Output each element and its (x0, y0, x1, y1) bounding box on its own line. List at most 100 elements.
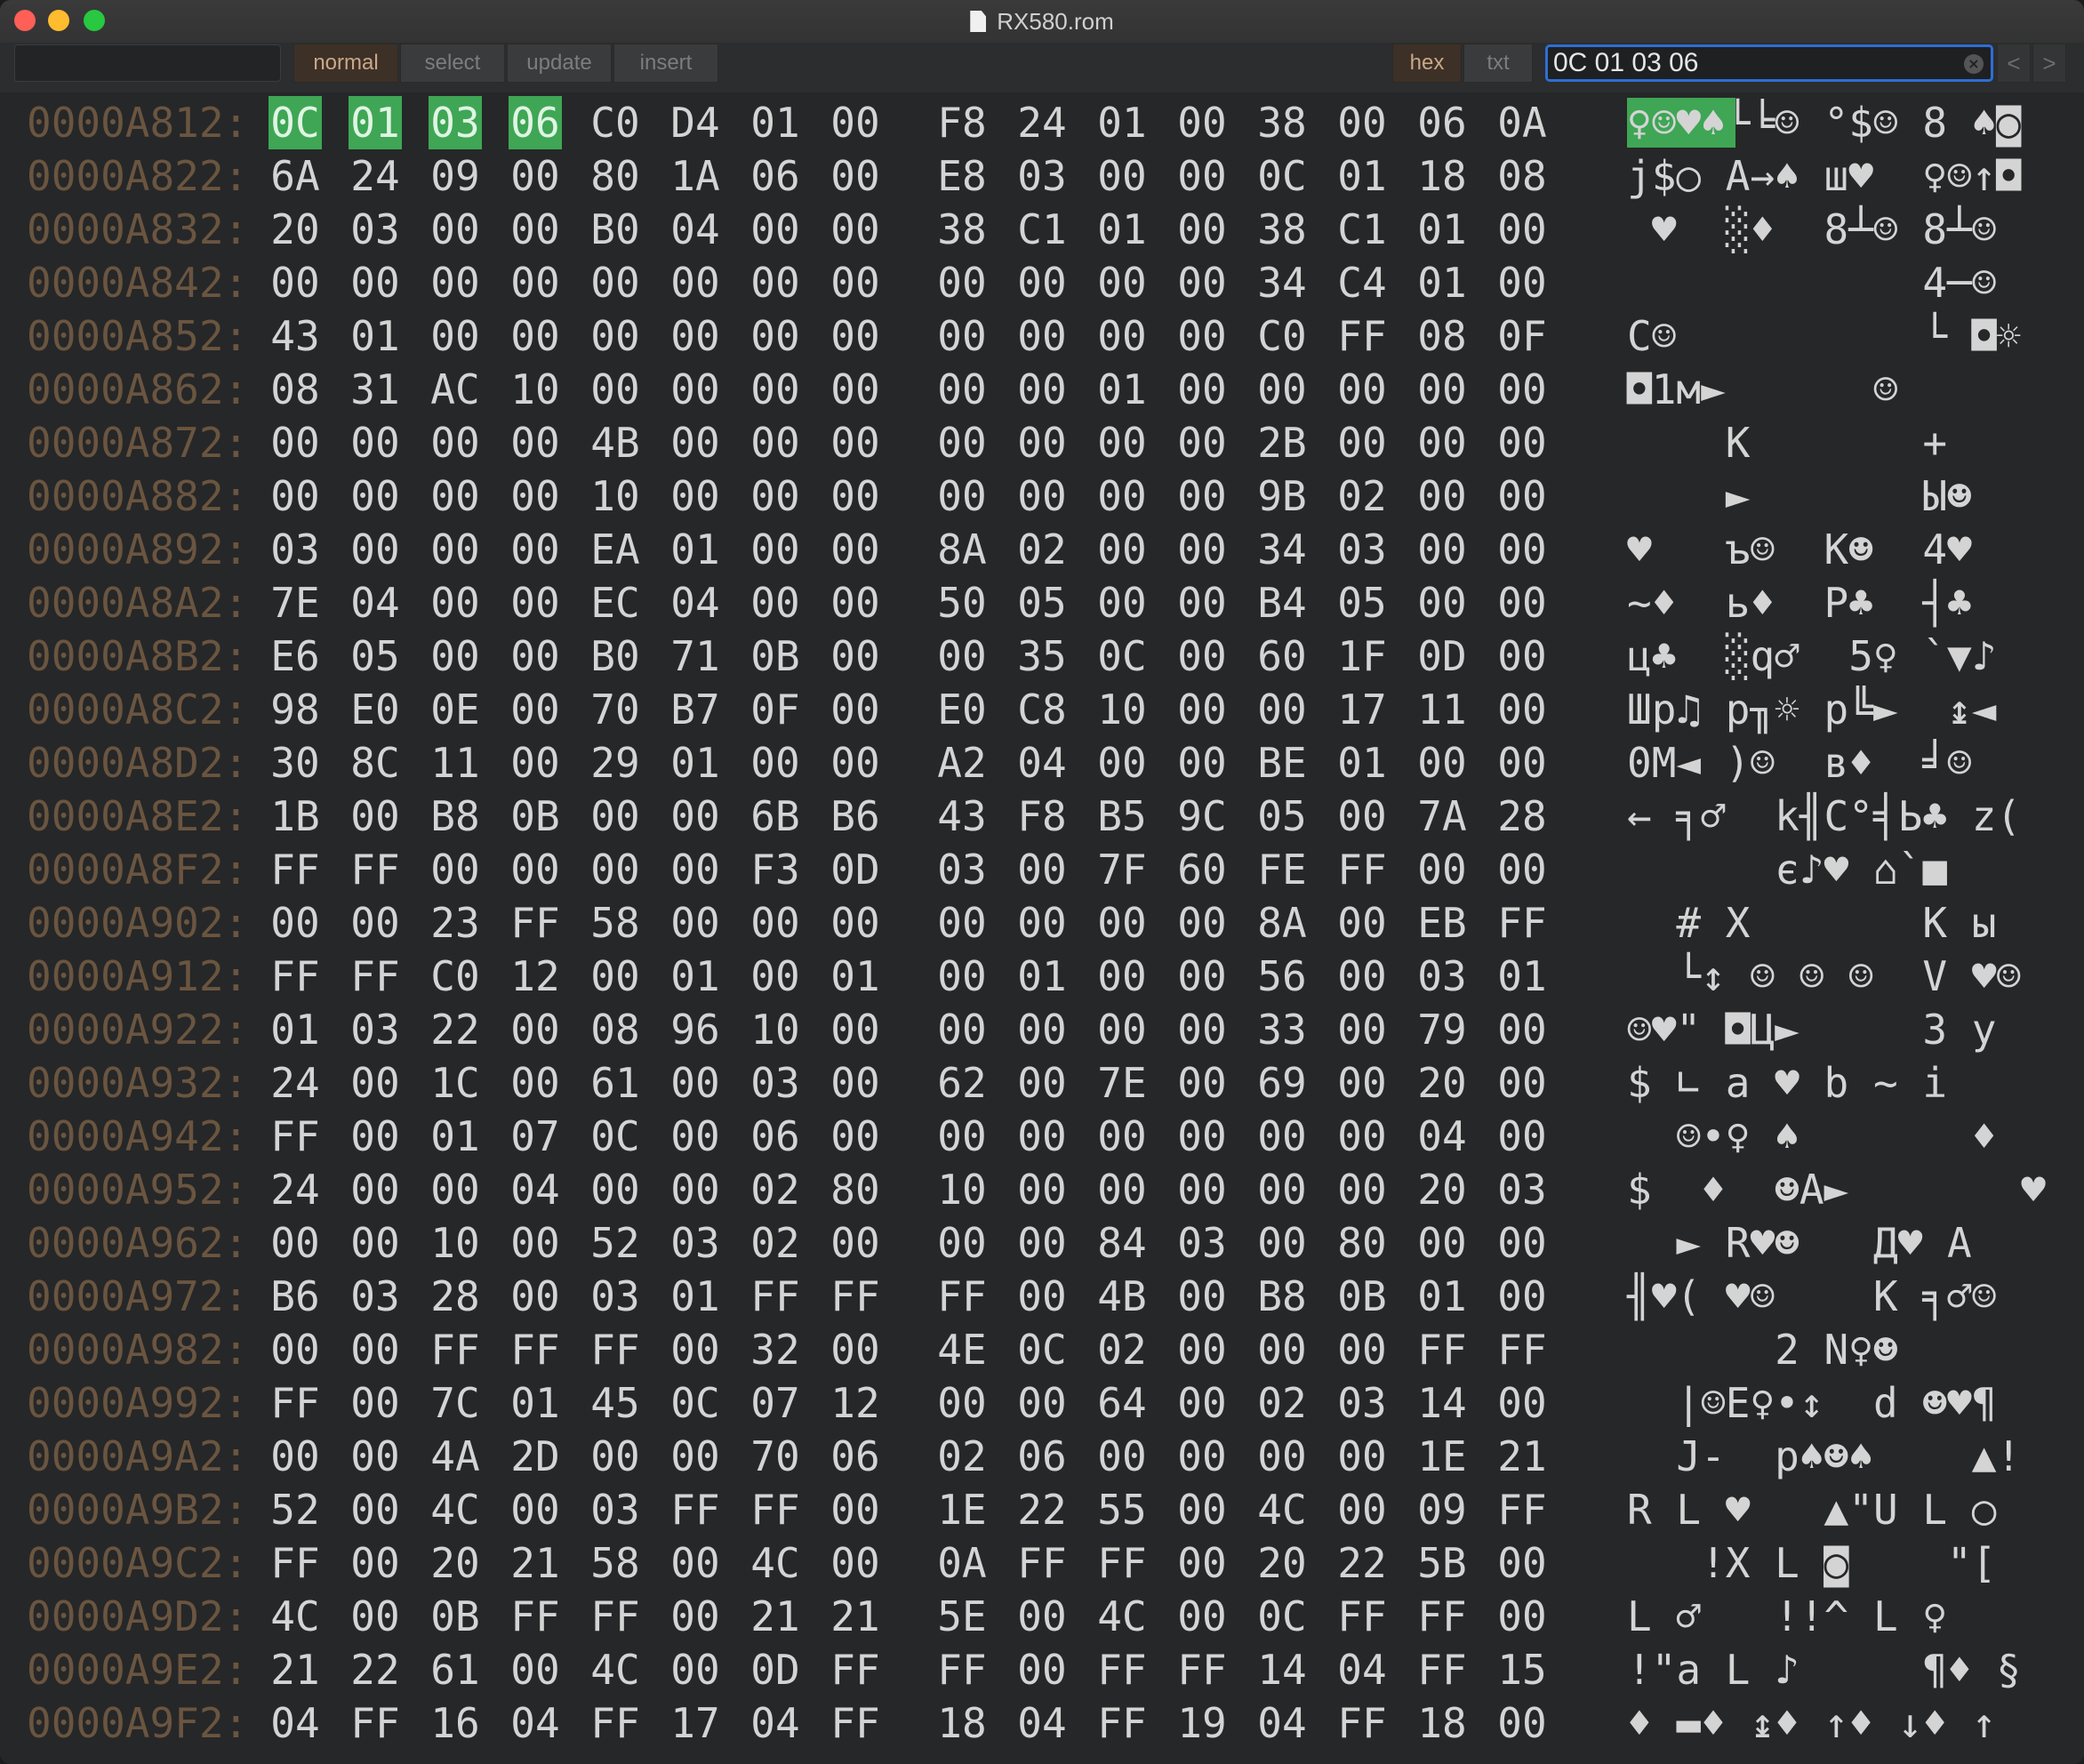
hex-byte[interactable]: 00 (1495, 576, 1549, 629)
hex-byte[interactable]: 00 (1175, 1323, 1229, 1376)
hex-byte[interactable]: 70 (589, 683, 642, 736)
hex-byte[interactable]: 21 (1495, 1430, 1549, 1483)
hex-row[interactable]: 0000A892: 03 00 00 00 EA 01 00 00 8A 02 00 00 34 03 00 0… (0, 523, 2084, 576)
hex-byte[interactable]: 2D (509, 1430, 562, 1483)
hex-byte[interactable]: 20 (269, 203, 322, 256)
hex-row[interactable]: 0000A9F2: 04 FF 16 04 FF 17 04 FF 18 04 FF 19 04 FF 18 0… (0, 1696, 2084, 1750)
hex-byte[interactable]: FF (1095, 1536, 1149, 1590)
hex-byte[interactable]: 00 (589, 790, 642, 843)
hex-byte[interactable]: EB (1415, 896, 1469, 950)
hex-byte[interactable]: 00 (429, 309, 482, 363)
hex-row[interactable]: 0000A8A2: 7E 04 00 00 EC 04 00 00 50 05 00 00 B4 05 00 0… (0, 576, 2084, 629)
hex-byte[interactable]: 00 (1175, 523, 1229, 576)
hex-byte[interactable]: 00 (1015, 896, 1069, 950)
ascii-column[interactable]: 2 N♀☻ (1627, 1323, 2021, 1376)
hex-byte[interactable]: 00 (1175, 256, 1229, 309)
hex-byte[interactable]: 00 (669, 1643, 722, 1696)
hex-byte[interactable]: 00 (509, 683, 562, 736)
hex-byte[interactable]: 00 (1495, 1536, 1549, 1590)
hex-byte[interactable]: 7E (1095, 1056, 1149, 1110)
hex-byte[interactable]: FF (269, 950, 322, 1003)
hex-byte[interactable]: 00 (589, 309, 642, 363)
hex-byte[interactable]: 1B (269, 790, 322, 843)
hex-row[interactable]: 0000A8D2: 30 8C 11 00 29 01 00 00 A2 04 00 00 BE 01 00 0… (0, 736, 2084, 790)
hex-byte[interactable]: EA (589, 523, 642, 576)
hex-byte[interactable]: 00 (1255, 1163, 1309, 1216)
hex-byte[interactable]: 03 (349, 1003, 402, 1056)
hex-byte[interactable]: 2B (1255, 416, 1309, 469)
hex-byte[interactable]: FF (589, 1590, 642, 1643)
hex-byte[interactable]: F8 (935, 96, 989, 149)
hex-byte[interactable]: 35 (1015, 629, 1069, 683)
hex-byte[interactable]: 01 (269, 1003, 322, 1056)
hex-byte[interactable]: 00 (1095, 256, 1149, 309)
hex-byte[interactable]: 00 (429, 1163, 482, 1216)
hex-byte[interactable]: 0C (1255, 1590, 1309, 1643)
ascii-column[interactable]: $ ♦ ☻А► ♥ (1627, 1163, 2046, 1216)
hex-byte[interactable]: 03 (1175, 1216, 1229, 1270)
hex-byte[interactable]: 00 (1175, 149, 1229, 203)
hex-byte[interactable]: 00 (349, 523, 402, 576)
hex-byte[interactable]: 5E (935, 1590, 989, 1643)
hex-byte[interactable]: 00 (589, 843, 642, 896)
hex-byte[interactable]: 00 (669, 1536, 722, 1590)
hex-byte[interactable]: D4 (669, 96, 722, 149)
hex-byte[interactable]: 12 (829, 1376, 882, 1430)
hex-byte[interactable]: 52 (269, 1483, 322, 1536)
hex-byte[interactable]: 18 (1415, 1696, 1469, 1750)
hex-byte[interactable]: 09 (429, 149, 482, 203)
hex-byte[interactable]: 00 (1495, 683, 1549, 736)
hex-byte[interactable]: 0C (1015, 1323, 1069, 1376)
hex-byte[interactable]: 00 (1335, 416, 1389, 469)
hex-byte[interactable]: 00 (749, 363, 802, 416)
next-match-button[interactable]: > (2032, 44, 2066, 83)
hex-byte[interactable]: 01 (429, 1110, 482, 1163)
hex-row[interactable]: 0000A8B2: E6 05 00 00 B0 71 0B 00 00 35 0C 00 60 1F 0D 0… (0, 629, 2084, 683)
hex-byte[interactable]: 00 (1095, 896, 1149, 950)
hex-byte[interactable]: 00 (1095, 736, 1149, 790)
hex-byte[interactable]: 4C (1255, 1483, 1309, 1536)
hex-byte[interactable]: 08 (1415, 309, 1469, 363)
hex-byte[interactable]: 7E (269, 576, 322, 629)
hex-byte[interactable]: 6A (269, 149, 322, 203)
hex-byte[interactable]: B8 (429, 790, 482, 843)
hex-byte[interactable]: 00 (1495, 1270, 1549, 1323)
hex-byte[interactable]: 00 (749, 416, 802, 469)
mode-select-button[interactable]: select (400, 44, 505, 83)
hex-byte[interactable]: 08 (1495, 149, 1549, 203)
hex-byte[interactable]: 00 (669, 1590, 722, 1643)
ascii-column[interactable]: R L ♥ ▲"U L ○ (1627, 1483, 2021, 1536)
hex-byte[interactable]: FF (829, 1643, 882, 1696)
hex-byte[interactable]: 01 (1335, 149, 1389, 203)
hex-byte[interactable]: 05 (1255, 790, 1309, 843)
hex-byte[interactable]: 04 (1015, 736, 1069, 790)
hex-byte[interactable]: 00 (935, 1216, 989, 1270)
hex-byte[interactable]: 20 (1415, 1056, 1469, 1110)
hex-byte[interactable]: FF (589, 1696, 642, 1750)
hex-byte[interactable]: 03 (589, 1270, 642, 1323)
hex-byte[interactable]: FF (1175, 1643, 1229, 1696)
hex-byte[interactable]: 00 (1335, 1163, 1389, 1216)
hex-byte[interactable]: 64 (1095, 1376, 1149, 1430)
hex-byte[interactable]: 01 (829, 950, 882, 1003)
hex-byte[interactable]: 11 (429, 736, 482, 790)
hex-byte[interactable]: 06 (829, 1430, 882, 1483)
ascii-column[interactable]: ♥ ъ☺ К☻ 4♥ (1627, 523, 2021, 576)
hex-byte[interactable]: FF (829, 1270, 882, 1323)
hex-byte[interactable]: 58 (589, 1536, 642, 1590)
hex-byte[interactable]: 00 (589, 1163, 642, 1216)
hex-byte[interactable]: C1 (1015, 203, 1069, 256)
hex-byte[interactable]: 8A (935, 523, 989, 576)
hex-byte[interactable]: 00 (1015, 1590, 1069, 1643)
hex-byte[interactable]: A2 (935, 736, 989, 790)
ascii-column[interactable]: ► R♥☻ Д♥ А (1627, 1216, 2021, 1270)
hex-byte[interactable]: FF (1335, 309, 1389, 363)
hex-byte[interactable]: FF (1015, 1536, 1069, 1590)
hex-byte[interactable]: 00 (349, 1323, 402, 1376)
hex-byte[interactable]: BE (1255, 736, 1309, 790)
hex-byte[interactable]: FF (349, 950, 402, 1003)
hex-byte[interactable]: EC (589, 576, 642, 629)
hex-byte[interactable]: 00 (1495, 363, 1549, 416)
hex-byte[interactable]: 29 (589, 736, 642, 790)
hex-byte[interactable]: FF (1495, 1323, 1549, 1376)
